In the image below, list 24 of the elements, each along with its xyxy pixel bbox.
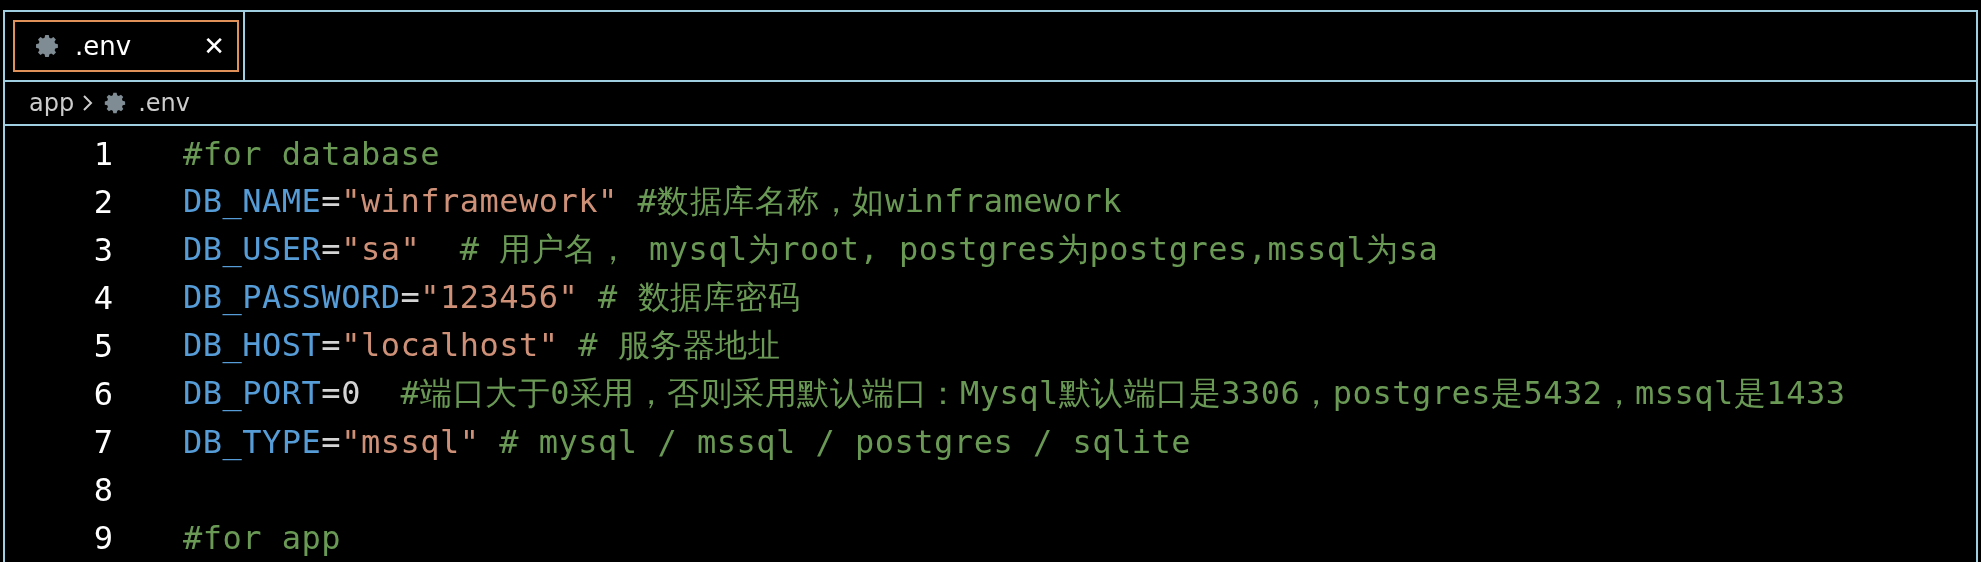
code-line: DB_HOST="localhost" # 服务器地址 [183, 325, 781, 366]
code-line: DB_PASSWORD="123456" # 数据库密码 [183, 277, 801, 318]
code-line: DB_USER="sa" # 用户名， mysql为root, postgres为postgres,mssql为sa [183, 229, 1439, 270]
line-number: 2 [92, 183, 113, 221]
chevron-icon [82, 94, 95, 112]
line-number: 6 [92, 375, 113, 413]
line-number: 5 [92, 327, 113, 365]
code-line: #for app [183, 519, 342, 557]
line-number: 1 [92, 135, 113, 173]
breadcrumb-item[interactable]: app [29, 89, 75, 117]
tab-label: .env [75, 31, 133, 61]
line-number: 9 [92, 519, 113, 557]
close-icon[interactable]: ✕ [203, 31, 225, 61]
code-line: DB_TYPE="mssql" # mysql / mssql / postgres / sqlite [183, 423, 1192, 461]
editor-tab[interactable]: .env ✕ [13, 20, 239, 72]
code-line: DB_PORT=0 #端口大于0采用，否则采用默认端口：Mysql默认端口是3306，postgres是5432，mssql是1433 [183, 373, 1846, 414]
breadcrumb-item[interactable]: .env [138, 89, 190, 117]
line-number: 8 [92, 471, 113, 509]
line-number: 3 [92, 231, 113, 269]
code-line: #for database [183, 135, 440, 173]
gear-icon [33, 32, 61, 60]
line-number: 4 [92, 279, 113, 317]
code-line: DB_NAME="winframework" #数据库名称，如winframework [183, 181, 1123, 222]
line-number: 7 [92, 423, 113, 461]
